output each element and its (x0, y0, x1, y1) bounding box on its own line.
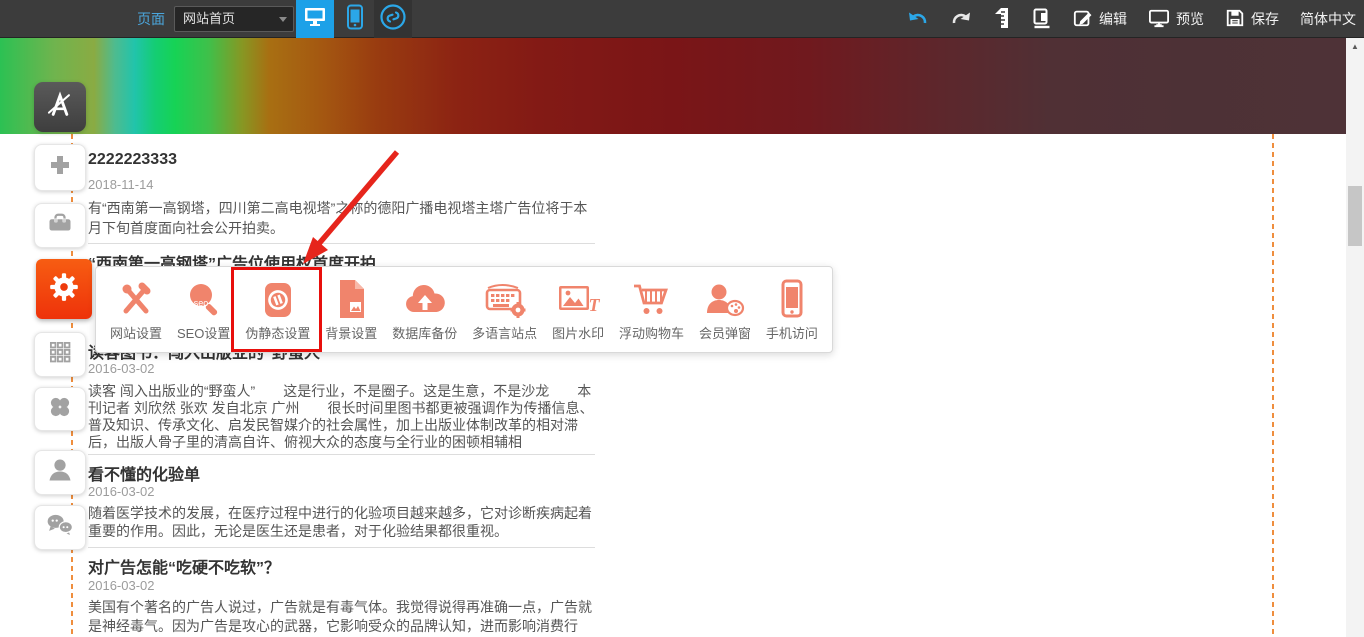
popup-item-seo-settings[interactable]: seo SEO设置 (177, 278, 230, 342)
desktop-icon (303, 5, 327, 34)
sidebar-item-add[interactable] (34, 144, 86, 191)
language-label: 简体中文 (1300, 9, 1356, 29)
ruler-icon (993, 6, 1011, 33)
gear-icon (47, 270, 81, 309)
article-body: 读客 闯入出版业的“野蛮人” 这是行业，不是圈子。这是生意，不是沙龙 本刊记者 … (88, 383, 595, 451)
site-builder-window: 2222223333 2018-11-14 有“西南第一高钢塔，四川第二高电视塔… (0, 0, 1364, 637)
settings-popup-menu: 网站设置 seo SEO设置 伪静态设置 背景设置 数据库备份 多语言站点 T … (95, 266, 833, 353)
toolbar-actions: 编辑 预览 保存 简体中文 (907, 0, 1356, 38)
article-title[interactable]: 2222223333 (88, 151, 595, 169)
popup-item-label: 会员弹窗 (699, 323, 751, 342)
right-guide-line (1272, 134, 1274, 637)
link-view-button[interactable] (374, 0, 412, 38)
article-title[interactable]: 看不懂的化验单 (88, 461, 595, 485)
header-banner-image (0, 38, 1346, 134)
link-icon (379, 3, 407, 36)
app-logo-icon (43, 88, 77, 127)
language-switcher[interactable]: 简体中文 (1300, 9, 1356, 29)
ruler-button[interactable] (993, 6, 1011, 33)
undo-button[interactable] (907, 9, 929, 30)
clover-icon (46, 393, 74, 426)
save-icon (1225, 8, 1245, 31)
save-button[interactable]: 保存 (1225, 8, 1279, 31)
mobile-view-button[interactable] (340, 0, 370, 38)
preview-button[interactable]: 预览 (1148, 8, 1204, 31)
popup-item-label: 背景设置 (325, 323, 377, 342)
popup-item-background-settings[interactable]: 背景设置 (325, 278, 377, 342)
shopping-cart-icon (630, 278, 674, 320)
scrollbar-thumb[interactable] (1348, 186, 1362, 246)
cloud-backup-icon (402, 278, 448, 320)
tools-icon (116, 278, 156, 320)
sidebar-item-user[interactable] (34, 450, 86, 495)
article-date: 2016-03-02 (88, 361, 595, 376)
popup-item-label: 网站设置 (110, 323, 162, 342)
edit-icon (1073, 8, 1093, 31)
redo-icon (950, 9, 972, 30)
builder-toolbar: 页面 网站首页 编辑 预览 (0, 0, 1364, 38)
popup-item-label: 数据库备份 (392, 323, 457, 342)
preview-monitor-icon (1148, 8, 1170, 31)
sidebar-item-modules[interactable] (34, 332, 86, 377)
article-body: 美国有个著名的广告人说过，广告就是有毒气体。我觉得说得再准确一点，广告就是神经毒… (88, 598, 595, 637)
desktop-view-button[interactable] (296, 0, 334, 38)
page-scrollbar[interactable]: ▲ (1346, 38, 1364, 637)
popup-item-database-backup[interactable]: 数据库备份 (392, 278, 457, 342)
member-badge-icon (703, 278, 747, 320)
popup-item-mobile-access[interactable]: 手机访问 (766, 278, 818, 342)
popup-item-member-popup[interactable]: 会员弹窗 (699, 278, 751, 342)
article-divider (88, 547, 595, 548)
smartphone-icon (772, 278, 812, 320)
background-page-icon (332, 278, 370, 320)
redo-button[interactable] (950, 9, 972, 30)
article-body: 随着医学技术的发展，在医疗过程中进行的化验项目越来越多，它对诊断疾病起着重要的作… (88, 504, 595, 540)
watermark-image-icon: T (555, 278, 601, 320)
toolbox-icon (45, 208, 75, 243)
popup-item-label: 浮动购物车 (619, 323, 684, 342)
chevron-down-icon (279, 17, 287, 22)
page-label: 页面 (137, 0, 165, 38)
highlight-box (231, 267, 322, 352)
sidebar-item-apps[interactable] (34, 387, 86, 431)
scroll-up-arrow[interactable]: ▲ (1346, 38, 1364, 54)
chat-icon (44, 509, 76, 546)
article-date: 2016-03-02 (88, 484, 595, 499)
popup-item-label: 手机访问 (766, 323, 818, 342)
plus-icon (45, 150, 75, 185)
svg-text:T: T (589, 295, 601, 315)
page-select-value: 网站首页 (183, 11, 235, 26)
stats-button[interactable] (1032, 7, 1052, 32)
svg-text:seo: seo (193, 298, 208, 308)
popup-item-image-watermark[interactable]: T 图片水印 (552, 278, 604, 342)
article-divider (88, 243, 595, 244)
article-title[interactable]: 对广告怎能“吃硬不吃软”？ (88, 554, 595, 578)
popup-item-website-settings[interactable]: 网站设置 (110, 278, 162, 342)
mobile-icon (346, 4, 364, 35)
article-body: 有“西南第一高钢塔，四川第二高电视塔”之称的德阳广播电视塔主塔广告位将于本月下旬… (88, 198, 595, 238)
undo-icon (907, 9, 929, 30)
popup-item-label: 图片水印 (552, 323, 604, 342)
edit-button[interactable]: 编辑 (1073, 8, 1127, 31)
grid-icon (46, 338, 74, 371)
person-icon (45, 455, 75, 490)
sidebar-item-toolbox[interactable] (34, 203, 86, 248)
seo-magnifier-icon: seo (184, 278, 224, 320)
page-select-dropdown[interactable]: 网站首页 (174, 6, 294, 32)
article-divider (88, 454, 595, 455)
popup-item-floating-cart[interactable]: 浮动购物车 (619, 278, 684, 342)
sidebar-item-settings[interactable] (36, 259, 92, 319)
stats-icon (1032, 7, 1052, 32)
preview-label: 预览 (1176, 9, 1204, 29)
app-logo (34, 82, 86, 132)
popup-item-label: 多语言站点 (472, 323, 537, 342)
edit-label: 编辑 (1099, 9, 1127, 29)
article-date: 2018-11-14 (88, 177, 595, 192)
popup-item-label: SEO设置 (177, 323, 230, 342)
keyboard-gear-icon (482, 278, 528, 320)
article-date: 2016-03-02 (88, 578, 595, 593)
save-label: 保存 (1251, 9, 1279, 29)
popup-item-multilanguage-site[interactable]: 多语言站点 (472, 278, 537, 342)
sidebar-item-message[interactable] (34, 505, 86, 550)
